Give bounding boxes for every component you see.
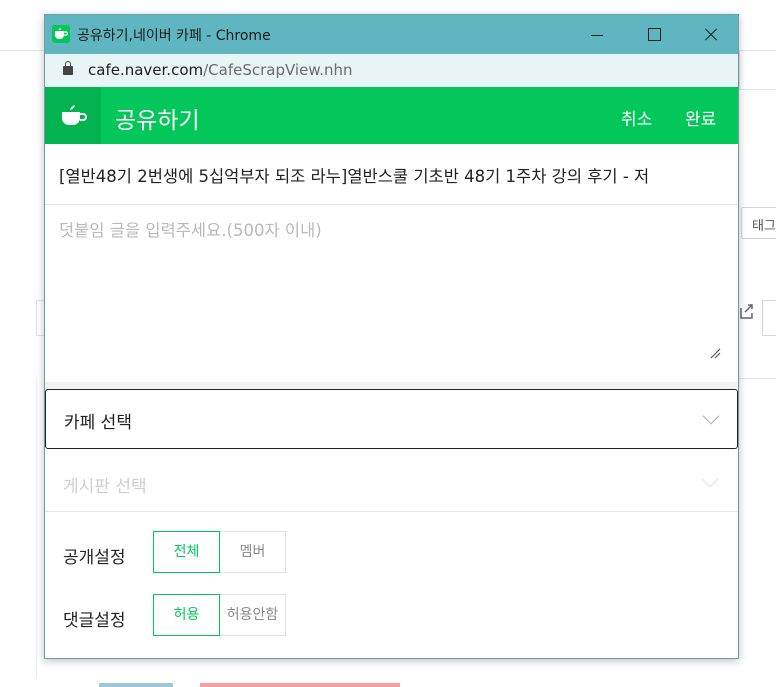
open-setting-row: 공개설정 전체 멤버 — [45, 531, 738, 575]
maximize-icon[interactable] — [625, 15, 682, 54]
cancel-button[interactable]: 취소 — [621, 105, 652, 130]
cafe-logo-icon — [45, 87, 101, 144]
url-host: cafe.naver.com — [88, 61, 204, 79]
background-divider — [36, 378, 37, 678]
address-bar[interactable]: cafe.naver.com/CafeScrapView.nhn — [45, 54, 738, 87]
chevron-down-icon — [702, 407, 720, 425]
minimize-icon[interactable] — [568, 15, 625, 54]
post-subject-text: [열반48기 2번생에 5십억부자 되조 라누]열반스쿨 기초반 48기 1주차… — [59, 167, 650, 186]
open-all-button[interactable]: 전체 — [153, 531, 220, 573]
chevron-down-icon — [701, 470, 719, 488]
comment-area — [45, 205, 738, 382]
comment-setting-row: 댓글설정 허용 허용안함 — [45, 594, 738, 638]
close-icon[interactable] — [682, 15, 738, 54]
open-member-button[interactable]: 멤버 — [220, 531, 286, 573]
share-popup-window: 공유하기,네이버 카페 - Chrome cafe.naver.com/Cafe… — [44, 14, 739, 659]
done-button[interactable]: 완료 — [685, 105, 716, 130]
board-select-label: 게시판 선택 — [63, 477, 147, 497]
lock-icon — [63, 61, 73, 75]
board-select-dropdown[interactable]: 게시판 선택 — [45, 451, 738, 512]
cafe-cup-icon — [52, 25, 70, 43]
comment-textarea[interactable] — [59, 217, 725, 367]
cafe-select-label: 카페 선택 — [64, 413, 132, 433]
window-titlebar[interactable]: 공유하기,네이버 카페 - Chrome — [45, 15, 738, 54]
background-button[interactable] — [762, 300, 776, 336]
url-path: /CafeScrapView.nhn — [203, 61, 353, 79]
comment-allow-button[interactable]: 허용 — [153, 594, 220, 636]
comment-setting-label: 댓글설정 — [63, 611, 126, 631]
background-divider — [739, 378, 776, 379]
background-panel — [739, 50, 776, 90]
post-subject: [열반48기 2번생에 5십억부자 되조 라누]열반스쿨 기초반 48기 1주차… — [45, 144, 738, 205]
cafe-select-dropdown[interactable]: 카페 선택 — [45, 389, 738, 449]
resize-handle-icon[interactable] — [709, 347, 721, 359]
background-thumbnail — [99, 683, 173, 687]
page-title: 공유하기 — [115, 108, 200, 134]
background-tag-button[interactable]: 태그 — [741, 207, 776, 239]
window-title: 공유하기,네이버 카페 - Chrome — [77, 28, 271, 44]
share-icon[interactable] — [739, 302, 755, 336]
share-header: 공유하기 취소 완료 — [45, 87, 738, 144]
section-divider — [45, 382, 738, 389]
comment-deny-button[interactable]: 허용안함 — [220, 594, 286, 636]
url-text[interactable]: cafe.naver.com/CafeScrapView.nhn — [88, 61, 353, 79]
background-link-text — [200, 683, 400, 687]
open-setting-label: 공개설정 — [63, 548, 126, 568]
